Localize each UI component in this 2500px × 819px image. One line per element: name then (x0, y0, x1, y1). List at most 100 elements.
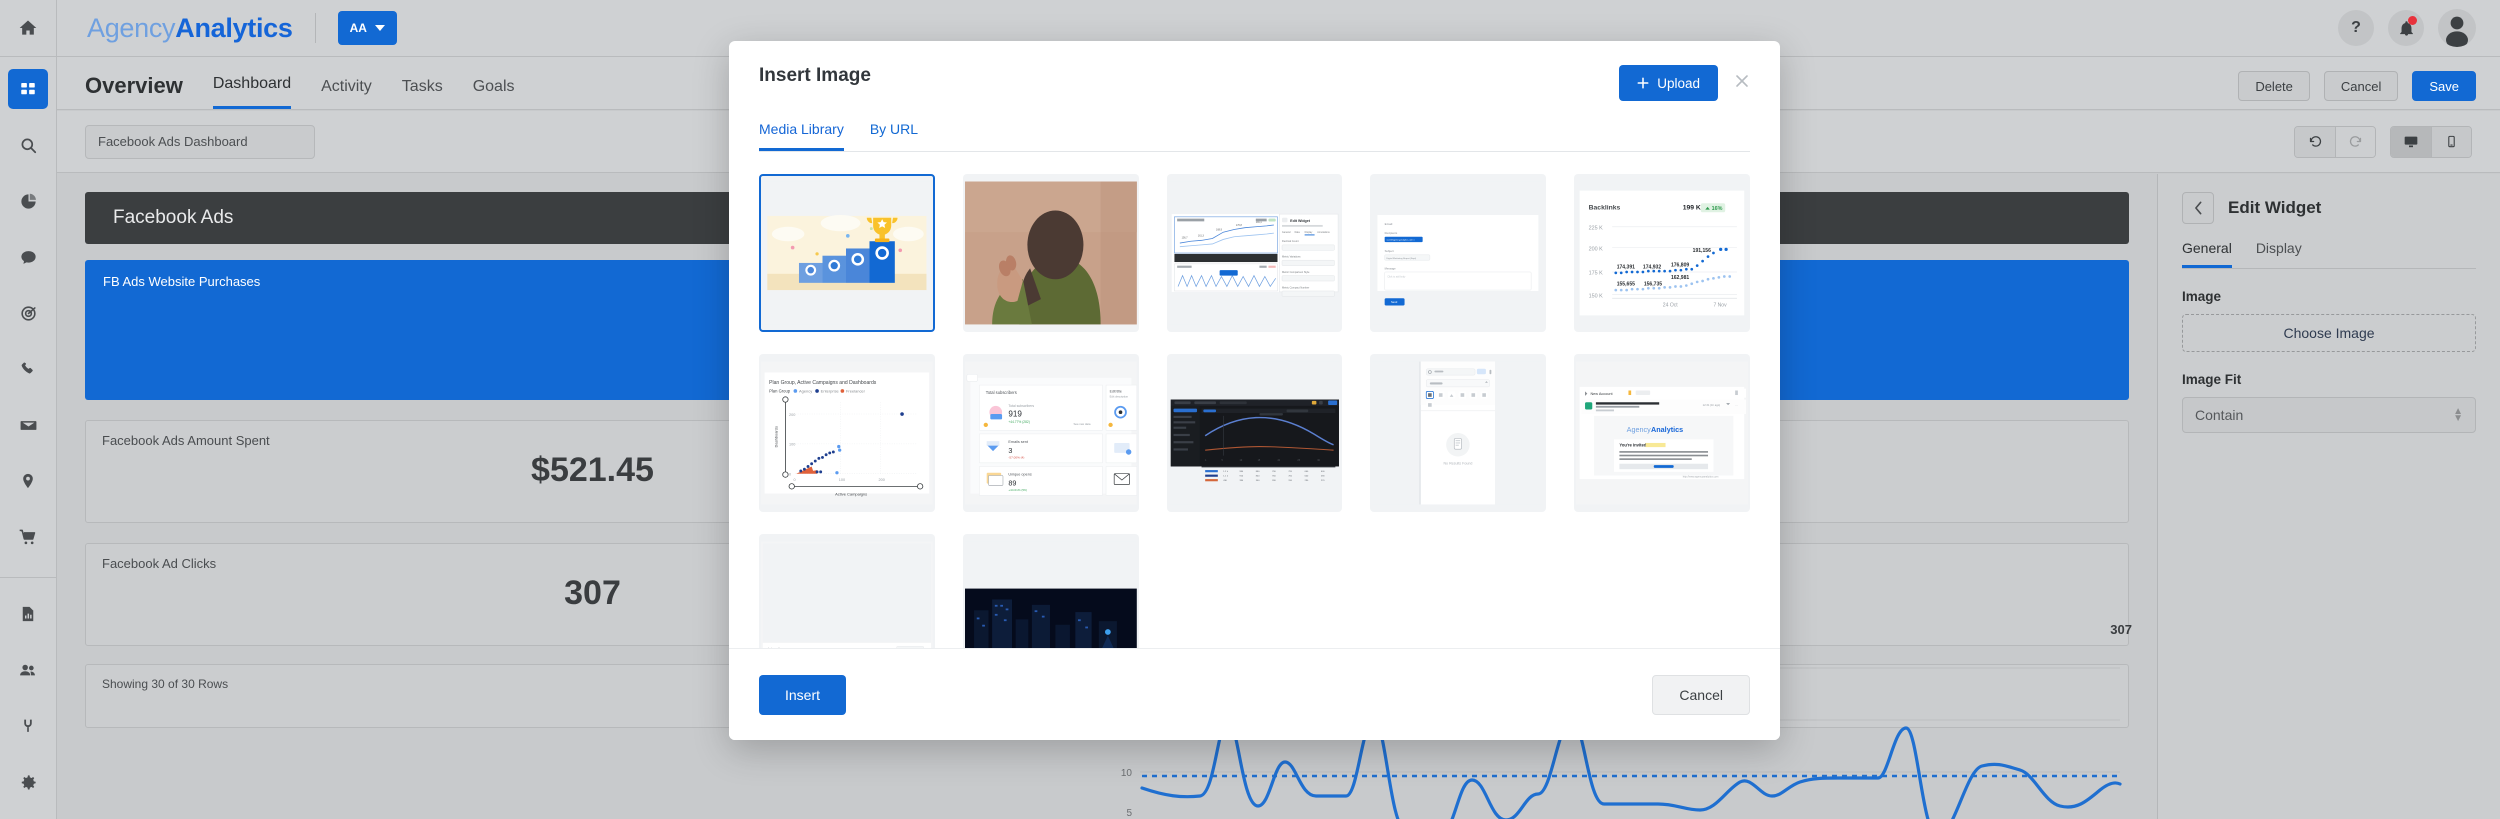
media-thumbnail-scatter-chart[interactable]: Plan Group, Active Campaigns and Dashboa… (759, 354, 935, 512)
metric-total-subscribers: 919 (1008, 410, 1022, 419)
metric-emails-sent: 3 (1008, 446, 1012, 455)
photo-portrait (964, 181, 1137, 325)
svg-text:Enterprise: Enterprise (821, 388, 840, 393)
svg-text:Data: Data (1294, 231, 1300, 234)
chart-scatter: Plan Group, Active Campaigns and Dashboa… (761, 361, 933, 505)
modal-cancel-button[interactable]: Cancel (1652, 674, 1750, 715)
svg-text:156,7: 156,7 (1181, 238, 1188, 240)
svg-text:Decimal Count: Decimal Count (1282, 240, 1299, 243)
label-174391: 174,391 (1617, 264, 1635, 270)
svg-text:Edit title: Edit title (1109, 389, 1121, 393)
label-162981: 162,981 (1671, 275, 1689, 281)
svg-text:225 K: 225 K (1589, 225, 1604, 231)
plus-icon (1637, 77, 1649, 89)
screenshot-email-form: Email Recipients user@agencyanalytics.co… (1372, 181, 1545, 325)
screenshot-email-metrics: Total subscribers Total subscribers 919 … (964, 361, 1137, 505)
svg-text:175 K: 175 K (1589, 271, 1604, 277)
scatter-title: Plan Group, Active Campaigns and Dashboa… (769, 380, 877, 386)
backlinks-chart-title: Backlinks (1589, 205, 1621, 212)
svg-text:Total subscribers: Total subscribers (1008, 404, 1034, 408)
svg-text:7 Nov: 7 Nov (1714, 302, 1728, 308)
svg-text:General: General (1282, 232, 1291, 234)
label-156735: 156,735 (1644, 282, 1662, 288)
media-library-grid: 156,7 161,3 168,9 176,8 191,1 Edit Widget (759, 174, 1750, 648)
photo-dark-city (964, 541, 1137, 648)
svg-text:New Account: New Account (1591, 392, 1614, 396)
insert-button[interactable]: Insert (759, 674, 847, 715)
svg-text:Digital Marketing Report (Sept: Digital Marketing Report (Sept) (1387, 257, 1417, 260)
svg-text:176,8: 176,8 (1236, 225, 1243, 227)
svg-text:Edit description: Edit description (1109, 395, 1128, 399)
svg-text:Display: Display (1304, 232, 1313, 234)
label-155655: 155,655 (1617, 282, 1635, 288)
media-thumbnail-email-form[interactable]: Email Recipients user@agencyanalytics.co… (1370, 174, 1547, 332)
svg-text:12:31 (1h ago): 12:31 (1h ago) (1703, 403, 1721, 407)
svg-text:Analytics: Analytics (1651, 425, 1683, 434)
svg-text:You're Invited: You're Invited (1620, 443, 1647, 448)
backlinks-headline-value: 199 K (1683, 205, 1701, 212)
svg-text:Recipients: Recipients (1385, 231, 1398, 235)
svg-text:200: 200 (789, 413, 795, 417)
svg-text:Email: Email (1385, 222, 1393, 226)
backlinks-delta: 16% (1712, 206, 1723, 212)
tab-media-library[interactable]: Media Library (759, 121, 844, 151)
svg-text:Metric Comparison Style: Metric Comparison Style (1282, 271, 1310, 274)
label-174932: 174,932 (1643, 264, 1661, 270)
media-thumbnail-dark-city[interactable] (962, 534, 1139, 648)
modal-footer: Insert Cancel (729, 648, 1780, 740)
upload-button-label: Upload (1657, 75, 1700, 91)
svg-text:Subject: Subject (1385, 249, 1394, 253)
media-thumbnail-email-metrics[interactable]: Total subscribers Total subscribers 919 … (962, 354, 1139, 512)
insert-image-modal: Insert Image Upload Media Library By URL (729, 41, 1780, 740)
media-thumbnail-dashboard-editor[interactable]: 156,7 161,3 168,9 176,8 191,1 Edit Widget (1166, 174, 1343, 332)
media-thumbnail-podium-trophy[interactable] (759, 174, 935, 332)
svg-text:Active Campaigns: Active Campaigns (835, 491, 867, 496)
media-thumbnail-backlinks-chart[interactable]: Backlinks 199 K 16% 225 K 200 K 175 K 150 … (1574, 174, 1750, 332)
label-176809: 176,809 (1671, 263, 1689, 269)
svg-text:Metric Compact Number: Metric Compact Number (1282, 286, 1309, 289)
tab-by-url[interactable]: By URL (870, 121, 918, 151)
svg-text:168,9: 168,9 (1216, 229, 1223, 231)
svg-text:-57.00% (4): -57.00% (4) (1008, 455, 1024, 459)
svg-text:Annotations: Annotations (1317, 231, 1330, 234)
svg-text:Metric Variations: Metric Variations (1282, 256, 1301, 259)
svg-text:0: 0 (789, 472, 791, 476)
svg-text:Emails sent: Emails sent (1008, 440, 1028, 444)
modal-title: Insert Image (759, 65, 871, 86)
modal-header: Insert Image Upload (729, 41, 1780, 101)
svg-text:Agency: Agency (799, 388, 812, 393)
screenshot-email-invite: New Account 12:31 (1h ago) … Agency Anal… (1576, 361, 1748, 505)
media-thumbnail-mobile-empty[interactable]: No Results Found (1370, 354, 1547, 512)
label-191156: 191,156 (1693, 248, 1711, 254)
svg-text:No Results Found: No Results Found (1444, 462, 1473, 466)
svg-text:Freelancer: Freelancer (846, 388, 866, 393)
svg-text:200 K: 200 K (1589, 246, 1604, 252)
svg-text:Edit Widget: Edit Widget (1290, 219, 1311, 223)
svg-text:See raw data: See raw data (1073, 422, 1090, 426)
screenshot-mobile-empty: No Results Found (1372, 361, 1545, 505)
svg-text:Dashboards: Dashboards (773, 426, 778, 447)
illustration-podium-trophy (761, 181, 933, 325)
screenshot-dark-dashboard: 1 5 10 15 20 25 30 1.2 k 980 880 790 720 660 600 (1168, 361, 1341, 505)
svg-text:200: 200 (879, 478, 885, 482)
svg-text:191,1: 191,1 (1255, 222, 1262, 224)
svg-text:Integrations: Integrations (768, 647, 785, 648)
metric-unique-opens: 89 (1008, 478, 1016, 487)
modal-header-actions: Upload (1619, 65, 1750, 101)
svg-text:Agency: Agency (1627, 425, 1651, 434)
media-thumbnail-portrait-photo[interactable] (962, 174, 1139, 332)
upload-button[interactable]: Upload (1619, 65, 1718, 101)
media-thumbnail-email-invite[interactable]: New Account 12:31 (1h ago) … Agency Anal… (1574, 354, 1750, 512)
media-thumbnail-integrations[interactable]: Integrations Select Template Clear all F… (759, 534, 935, 648)
media-library-grid-wrapper[interactable]: 156,7 161,3 168,9 176,8 191,1 Edit Widget (729, 152, 1780, 648)
media-thumbnail-dark-dashboard[interactable]: 1 5 10 15 20 25 30 1.2 k 980 880 790 720 660 600 (1166, 354, 1343, 512)
svg-text:…: … (1735, 403, 1738, 407)
svg-text:Total subscribers: Total subscribers (986, 390, 1017, 395)
close-button[interactable] (1734, 73, 1750, 93)
svg-text:+44.77% (282): +44.77% (282) (1008, 420, 1029, 424)
svg-text:http://www.agencyanalytics.com: http://www.agencyanalytics.com (1683, 475, 1719, 478)
svg-text:Click to add body: Click to add body (1388, 275, 1407, 278)
svg-text:24 Oct: 24 Oct (1663, 302, 1678, 308)
svg-text:Send: Send (1391, 300, 1398, 304)
svg-text:Plan Group: Plan Group (769, 388, 791, 393)
